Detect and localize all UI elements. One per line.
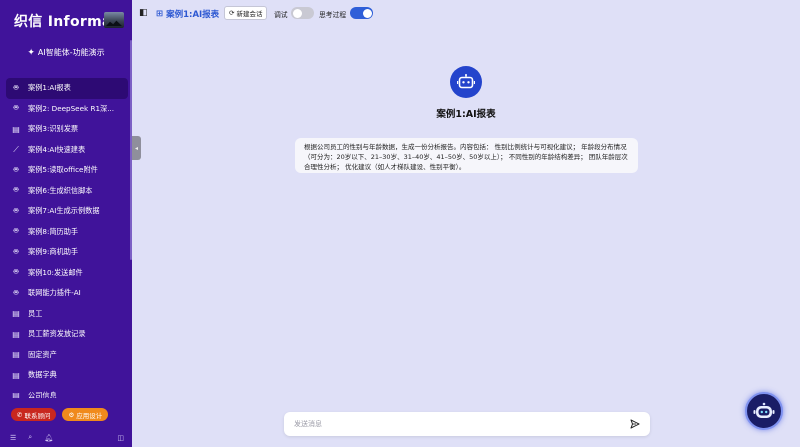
sidebar-item-label: 数据字典 [28,370,57,380]
sidebar-item[interactable]: 🤖︎ 案例1:AI报表 [6,78,128,99]
phone-icon: ✆ [17,410,23,419]
thinking-process-toggle[interactable] [350,7,373,19]
brand-thumbnail-image [104,12,124,28]
sidebar-item[interactable]: 🤖︎ 案例10:发送邮件 [6,263,128,284]
table-icon: ▤ [12,309,20,319]
send-icon [630,419,640,429]
sidebar-item-label: 固定资产 [28,349,57,359]
brand-logo[interactable]: 织信 Informat [14,11,119,31]
agent-avatar [450,66,482,98]
app-design-button[interactable]: ⚙ 应用设计 [62,408,109,421]
sidebar-item-label: 案例2: DeepSeek R1深... [28,103,115,113]
toggle-knob [362,8,372,18]
sidebar-item[interactable]: 🤖︎ 案例2: DeepSeek R1深... [6,99,128,120]
table-icon: ▤ [12,391,20,398]
robot-icon: 🤖︎ [13,246,19,256]
table-icon: ▤ [12,350,20,360]
sidebar-footer: ☰ ⌕ 🔔︎ ◫ [10,433,124,442]
sidebar-item-label: 案例1:AI报表 [28,83,71,93]
sidebar-item-label: 案例10:发送邮件 [28,267,83,277]
sidebar-item[interactable]: ▤ 案例3:识别发票 [6,119,128,140]
table-icon: ▤ [12,124,20,134]
panel-toggle-icon[interactable]: ◧ [139,8,148,18]
sidebar-item-label: 案例8:简历助手 [28,226,79,236]
send-button[interactable] [629,418,641,430]
menu-icon[interactable]: ☰ [10,434,16,442]
sidebar: 织信 Informat ✦ AI智能体-功能演示 🤖︎ 案例1:AI报表 🤖︎ 案例2:… [0,0,132,447]
message-input[interactable] [294,417,614,431]
app-subtitle-text: AI智能体-功能演示 [37,48,105,57]
bell-icon[interactable]: 🔔︎ [44,434,53,442]
sidebar-item[interactable]: ▤ 固定资产 [6,345,128,366]
report-icon: ⊞ [156,9,164,19]
robot-icon [457,74,475,89]
sidebar-item-label: 联网能力插件-AI [28,288,81,298]
contact-advisor-label: 联系顾问 [24,411,51,420]
sidebar-item[interactable]: ▤ 数据字典 [6,365,128,386]
sidebar-item-label: 案例3:识别发票 [28,124,79,134]
sidebar-item[interactable]: 🤖︎ 案例5:读取office附件 [6,160,128,181]
sidebar-item[interactable]: ▤ 员工薪资发放记录 [6,324,128,345]
sparkle-icon: ✦ [27,48,35,58]
robot-icon: 🤖︎ [13,103,19,113]
robot-icon: 🤖︎ [13,205,19,215]
sidebar-item[interactable]: 🤖︎ 案例8:简历助手 [6,222,128,243]
sidebar-item[interactable]: ▤ 员工 [6,304,128,325]
sidebar-item-label: 案例4:AI快速建表 [28,144,86,154]
app-subtitle: ✦ AI智能体-功能演示 [0,47,132,58]
sidebar-item[interactable]: 🤖︎ 案例6:生成织信脚本 [6,181,128,202]
search-icon[interactable]: ⌕ [28,433,32,442]
debug-label: 调试 [274,11,288,19]
sidebar-item[interactable]: 🤖︎ 案例7:AI生成示例数据 [6,201,128,222]
debug-toggle[interactable] [291,7,314,19]
sidebar-item-label: 员工 [28,308,43,318]
suggested-prompt-card[interactable]: 根据公司员工的性别与年龄数据，生成一份分析报告。内容包括： 性别比例统计与可视化… [295,138,638,173]
sidebar-menu: 🤖︎ 案例1:AI报表 🤖︎ 案例2: DeepSeek R1深... ▤ 案例3:识别发… [6,78,128,398]
robot-icon: 🤖︎ [13,287,19,297]
sidebar-item[interactable]: ▤ 公司信息 [6,386,128,398]
robot-icon: 🤖︎ [13,185,19,195]
suggested-prompt-text: 根据公司员工的性别与年龄数据，生成一份分析报告。内容包括： 性别比例统计与可视化… [304,143,628,171]
sidebar-item[interactable]: ⟋ 案例4:AI快速建表 [6,140,128,161]
floating-assistant-button[interactable] [745,392,783,430]
table-icon: ▤ [12,370,20,380]
thinking-process-label: 思考过程 [319,11,347,19]
chart-icon: ⟋ [13,144,19,154]
toggle-knob [292,8,302,18]
new-chat-button[interactable]: ⟳ 新建会话 [224,6,268,20]
sidebar-resize-handle[interactable]: ◂ [132,136,141,160]
message-composer [284,412,650,436]
sidebar-item-label: 案例9:商机助手 [28,247,79,257]
app-design-label: 应用设计 [76,411,103,420]
robot-icon: 🤖︎ [13,82,19,92]
robot-icon [753,402,775,418]
sidebar-item[interactable]: 🤖︎ 案例9:商机助手 [6,242,128,263]
robot-icon: 🤖︎ [13,226,19,236]
sidebar-item-label: 案例7:AI生成示例数据 [28,206,100,216]
sidebar-item-label: 员工薪资发放记录 [28,329,86,339]
agent-name: 案例1:AI报表 [436,109,496,120]
new-chat-icon: ⟳ [229,9,235,17]
sidebar-item[interactable]: 🤖︎ 联网能力插件-AI [6,283,128,304]
robot-icon: 🤖︎ [13,164,19,174]
sidebar-item-label: 案例5:读取office附件 [28,165,98,175]
new-chat-label: 新建会话 [236,10,263,18]
robot-icon: 🤖︎ [13,267,19,277]
sidebar-header: 织信 Informat [0,0,132,36]
gear-icon: ⚙ [68,410,75,419]
sidebar-item-label: 案例6:生成织信脚本 [28,185,93,195]
page-title: ⊞ 案例1:AI报表 [156,8,219,20]
collapse-sidebar-icon[interactable]: ◫ [117,434,124,442]
page-title-text: 案例1:AI报表 [166,10,220,20]
sidebar-item-label: 公司信息 [28,390,57,398]
sidebar-actions: ✆ 联系顾问 ⚙ 应用设计 [11,408,109,421]
table-icon: ▤ [12,329,20,339]
contact-advisor-button[interactable]: ✆ 联系顾问 [11,408,57,421]
